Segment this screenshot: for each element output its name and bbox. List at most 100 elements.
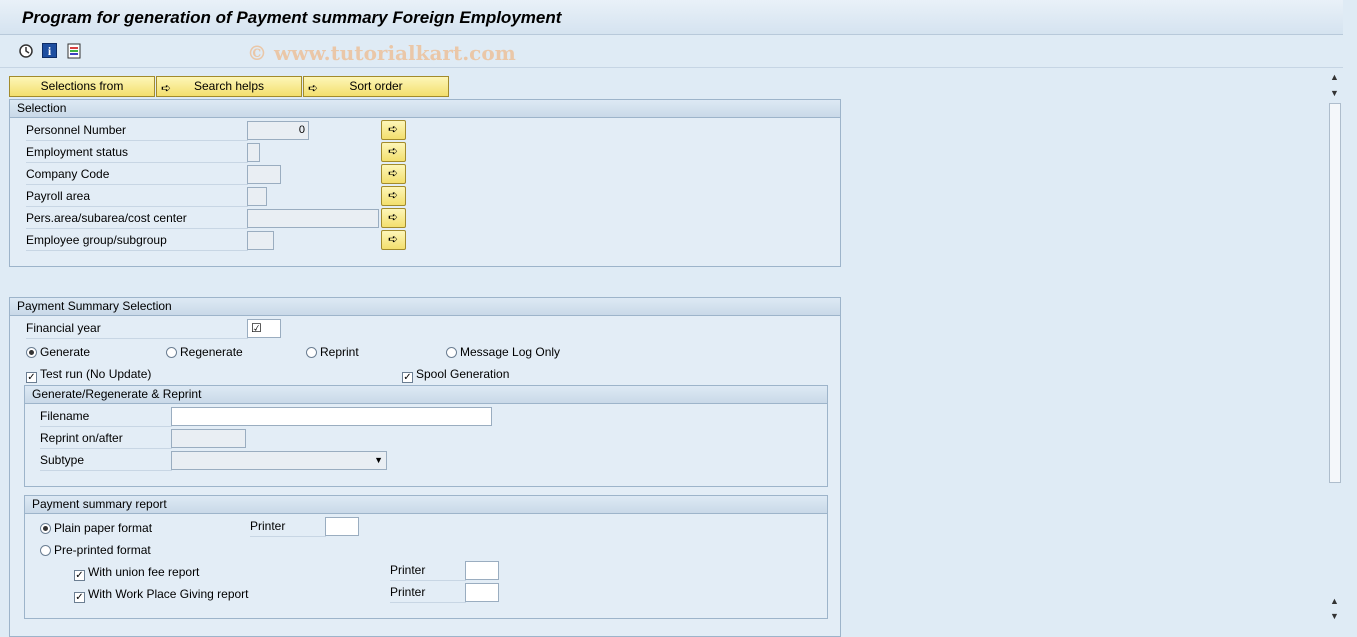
- work-place-giving-checkbox[interactable]: ✓ With Work Place Giving report: [74, 586, 249, 603]
- payroll-area-multiple-selection-button[interactable]: ➪: [381, 186, 406, 206]
- employee-group-multiple-selection-button[interactable]: ➪: [381, 230, 406, 250]
- vertical-scrollbar[interactable]: ▲ ▼ ▲ ▼: [1327, 68, 1343, 635]
- chevron-down-icon[interactable]: ▼: [374, 455, 383, 465]
- generate-reprint-group-title: Generate/Regenerate & Reprint: [25, 386, 827, 404]
- plain-paper-format-radio[interactable]: Plain paper format: [40, 520, 152, 536]
- scroll-page-up-icon[interactable]: ▼: [1330, 88, 1339, 98]
- company-code-label: Company Code: [26, 165, 248, 185]
- search-helps-button[interactable]: ➪ Search helps: [156, 76, 302, 97]
- pre-printed-format-radio[interactable]: Pre-printed format: [40, 542, 151, 558]
- radio-unselected-icon: [306, 347, 317, 358]
- company-code-input[interactable]: [247, 165, 281, 184]
- reprint-radio[interactable]: Reprint: [306, 344, 359, 360]
- variant-icon[interactable]: [66, 43, 81, 59]
- payment-summary-report-group: Payment summary report Plain paper forma…: [24, 495, 828, 619]
- selections-from-button[interactable]: Selections from: [9, 76, 155, 97]
- title-bar: Program for generation of Payment summar…: [0, 0, 1343, 35]
- work-place-giving-printer-input[interactable]: [465, 583, 499, 602]
- payroll-area-label: Payroll area: [26, 187, 248, 207]
- employee-group-input[interactable]: [247, 231, 274, 250]
- personnel-number-label: Personnel Number: [26, 121, 248, 141]
- radio-selected-icon: [40, 523, 51, 534]
- arrow-right-icon: ➪: [388, 232, 399, 246]
- selection-group-title: Selection: [10, 100, 840, 118]
- union-fee-report-checkbox[interactable]: ✓ With union fee report: [74, 564, 200, 581]
- arrow-right-icon: ➪: [388, 210, 399, 224]
- main-content: Selections from ➪ Search helps ➪ Sort or…: [0, 68, 1327, 637]
- employment-status-input[interactable]: [247, 143, 260, 162]
- execute-icon[interactable]: [18, 43, 33, 58]
- pre-printed-format-label: Pre-printed format: [54, 543, 151, 557]
- message-log-only-radio-label: Message Log Only: [460, 345, 561, 359]
- arrow-right-icon: ➪: [308, 81, 319, 95]
- spool-generation-checkbox[interactable]: ✓ Spool Generation: [402, 366, 510, 383]
- filename-input[interactable]: [171, 407, 492, 426]
- filename-label: Filename: [40, 407, 172, 427]
- checkmark-icon: ✓: [74, 592, 85, 603]
- printer-label: Printer: [390, 583, 466, 603]
- union-fee-printer-input[interactable]: [465, 561, 499, 580]
- payment-summary-group-title: Payment Summary Selection: [10, 298, 840, 316]
- payroll-area-input[interactable]: [247, 187, 267, 206]
- company-code-multiple-selection-button[interactable]: ➪: [381, 164, 406, 184]
- pers-area-multiple-selection-button[interactable]: ➪: [381, 208, 406, 228]
- subtype-label: Subtype: [40, 451, 172, 471]
- watermark: © www.tutorialkart.com: [247, 41, 516, 65]
- sort-order-label: Sort order: [349, 79, 403, 93]
- radio-unselected-icon: [446, 347, 457, 358]
- scroll-page-up-icon[interactable]: ▲: [1330, 596, 1339, 606]
- checkmark-icon: ☑: [251, 321, 262, 335]
- scroll-down-icon[interactable]: ▼: [1330, 611, 1339, 621]
- payment-summary-report-group-title: Payment summary report: [25, 496, 827, 514]
- radio-unselected-icon: [40, 545, 51, 556]
- arrow-right-icon: ➪: [388, 166, 399, 180]
- radio-selected-icon: [26, 347, 37, 358]
- regenerate-radio-label: Regenerate: [180, 345, 243, 359]
- work-place-giving-label: With Work Place Giving report: [88, 587, 249, 601]
- checkmark-icon: ✓: [74, 570, 85, 581]
- checkmark-icon: ✓: [26, 372, 37, 383]
- test-run-label: Test run (No Update): [40, 367, 152, 381]
- personnel-number-input[interactable]: 0: [247, 121, 309, 140]
- arrow-right-icon: ➪: [388, 144, 399, 158]
- page-title: Program for generation of Payment summar…: [22, 8, 562, 27]
- generate-radio[interactable]: Generate: [26, 344, 90, 360]
- pers-area-input[interactable]: [247, 209, 379, 228]
- financial-year-input[interactable]: ☑: [247, 319, 281, 338]
- selections-from-label: Selections from: [40, 79, 124, 93]
- plain-paper-printer-input[interactable]: [325, 517, 359, 536]
- regenerate-radio[interactable]: Regenerate: [166, 344, 243, 360]
- payment-summary-group: Payment Summary Selection Financial year…: [9, 297, 841, 637]
- application-toolbar: i © www.tutorialkart.com: [0, 35, 1343, 68]
- reprint-radio-label: Reprint: [320, 345, 359, 359]
- scroll-up-icon[interactable]: ▲: [1330, 72, 1339, 82]
- employee-group-label: Employee group/subgroup: [26, 231, 248, 251]
- radio-unselected-icon: [166, 347, 177, 358]
- info-icon[interactable]: i: [42, 43, 57, 58]
- spool-generation-label: Spool Generation: [416, 367, 510, 381]
- search-helps-label: Search helps: [193, 79, 265, 93]
- plain-paper-format-label: Plain paper format: [54, 521, 153, 535]
- union-fee-report-label: With union fee report: [88, 565, 200, 579]
- printer-label: Printer: [250, 517, 326, 537]
- financial-year-label: Financial year: [26, 319, 248, 339]
- pers-area-label: Pers.area/subarea/cost center: [26, 209, 248, 229]
- printer-label: Printer: [390, 561, 466, 581]
- test-run-checkbox[interactable]: ✓ Test run (No Update): [26, 366, 152, 383]
- checkmark-icon: ✓: [402, 372, 413, 383]
- subtype-dropdown[interactable]: ▼: [171, 451, 387, 470]
- selection-group: Selection Personnel Number 0 ➪ Employmen…: [9, 99, 841, 267]
- reprint-on-after-input[interactable]: [171, 429, 246, 448]
- scrollbar-thumb[interactable]: [1329, 103, 1341, 483]
- generate-radio-label: Generate: [40, 345, 91, 359]
- sort-order-button[interactable]: ➪ Sort order: [303, 76, 449, 97]
- employment-status-label: Employment status: [26, 143, 248, 163]
- reprint-on-after-label: Reprint on/after: [40, 429, 172, 449]
- arrow-right-icon: ➪: [161, 81, 172, 95]
- employment-status-multiple-selection-button[interactable]: ➪: [381, 142, 406, 162]
- arrow-right-icon: ➪: [388, 122, 399, 136]
- personnel-number-multiple-selection-button[interactable]: ➪: [381, 120, 406, 140]
- arrow-right-icon: ➪: [388, 188, 399, 202]
- generate-reprint-group: Generate/Regenerate & Reprint Filename R…: [24, 385, 828, 487]
- message-log-only-radio[interactable]: Message Log Only: [446, 344, 560, 360]
